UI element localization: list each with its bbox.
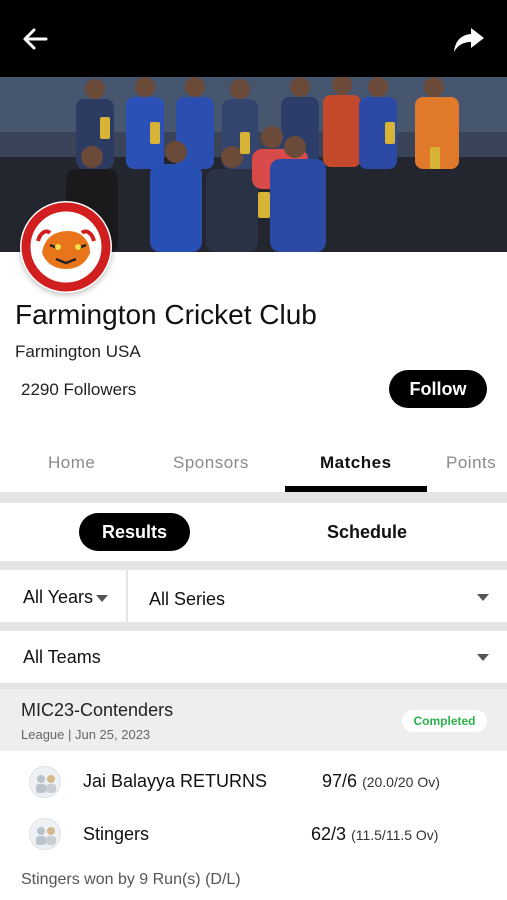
filter-separator — [126, 570, 128, 622]
team-name: Stingers — [83, 824, 150, 844]
tabs-divider — [0, 492, 507, 503]
chevron-down-icon — [477, 594, 489, 601]
years-dropdown[interactable]: All Years — [23, 587, 93, 608]
tab-points[interactable]: Points — [446, 453, 496, 473]
chevron-down-icon — [96, 595, 108, 602]
club-tabs: Home Sponsors Matches Points — [0, 436, 507, 494]
share-arrow-icon[interactable] — [452, 22, 486, 56]
club-name: Farmington Cricket Club — [15, 299, 317, 330]
team-row[interactable]: Stingers 62/3 (11.5/11.5 Ov) — [0, 810, 507, 856]
match-meta: League | Jun 25, 2023 — [21, 727, 151, 742]
series-title: MIC23-Contenders — [21, 700, 174, 720]
team-name: Jai Balayya RETURNS — [83, 771, 268, 791]
team-score: 62/3 (11.5/11.5 Ov) — [311, 824, 438, 845]
team-runs: 97/6 — [322, 771, 358, 791]
tab-home[interactable]: Home — [48, 453, 95, 473]
tab-matches[interactable]: Matches — [320, 453, 392, 473]
schedule-toggle[interactable]: Schedule — [300, 513, 434, 551]
club-location: Farmington USA — [15, 342, 141, 361]
results-toggle[interactable]: Results — [79, 513, 190, 551]
segment-divider — [0, 561, 507, 570]
tab-sponsors[interactable]: Sponsors — [173, 453, 249, 473]
match-result: Stingers won by 9 Run(s) (D/L) — [21, 871, 241, 888]
top-bar — [0, 0, 507, 77]
follow-button[interactable]: Follow — [389, 370, 487, 408]
team-score: 97/6 (20.0/20 Ov) — [322, 771, 440, 792]
teams-dropdown[interactable]: All Teams — [23, 647, 101, 668]
filter-divider — [0, 622, 507, 631]
team-row[interactable]: Jai Balayya RETURNS 97/6 (20.0/20 Ov) — [0, 758, 507, 804]
chevron-down-icon — [477, 654, 489, 661]
team-avatar-icon — [29, 818, 61, 850]
series-dropdown[interactable]: All Series — [149, 589, 225, 610]
arrow-left-icon[interactable] — [20, 24, 50, 54]
status-badge: Completed — [402, 710, 487, 732]
team-avatar-icon — [29, 766, 61, 798]
team-overs: (20.0/20 Ov) — [362, 774, 440, 790]
team-runs: 62/3 — [311, 824, 347, 844]
followers-count: 2290 Followers — [21, 380, 137, 399]
team-overs: (11.5/11.5 Ov) — [351, 827, 439, 843]
club-logo — [20, 201, 112, 293]
